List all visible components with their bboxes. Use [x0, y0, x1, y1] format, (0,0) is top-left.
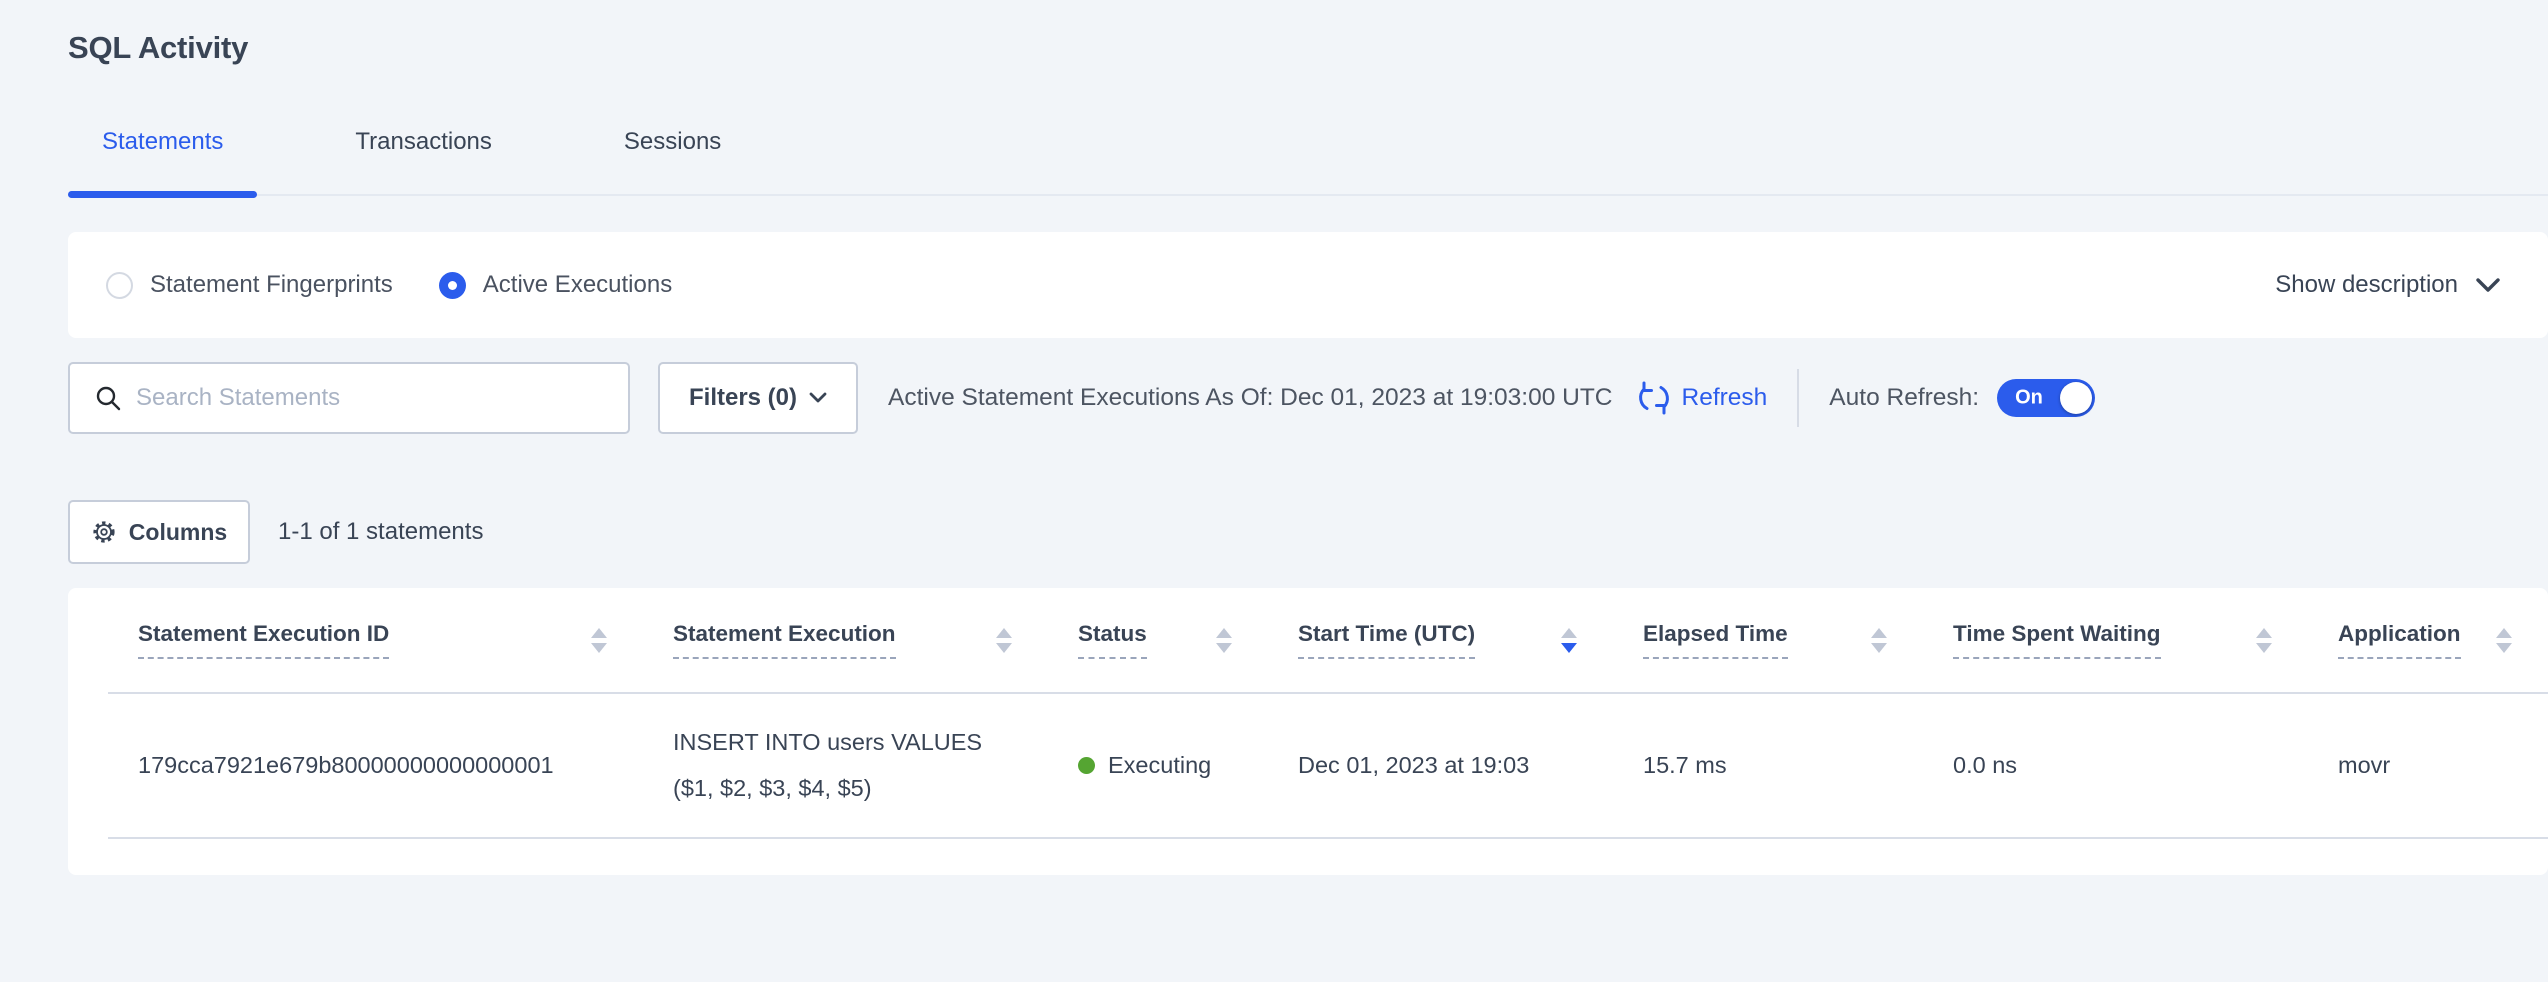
header-statement-execution-id[interactable]: Statement Execution ID — [108, 621, 643, 659]
cell-statement[interactable]: INSERT INTO users VALUES ($1, $2, $3, $4… — [643, 720, 1048, 812]
sort-icon[interactable] — [1871, 628, 1887, 653]
toggle-knob[interactable] — [2060, 382, 2092, 414]
table-header-row: Statement Execution ID Statement Executi… — [108, 588, 2548, 694]
table-meta-row: Columns 1-1 of 1 statements — [68, 500, 2548, 564]
search-icon — [94, 384, 122, 412]
sort-icon[interactable] — [2256, 628, 2272, 653]
filters-button[interactable]: Filters (0) — [658, 362, 858, 434]
sort-icon-active-desc[interactable] — [1561, 628, 1577, 653]
radio-selected-icon[interactable] — [439, 272, 466, 299]
header-statement-execution[interactable]: Statement Execution — [643, 621, 1048, 659]
search-input[interactable] — [136, 384, 576, 412]
header-start-time[interactable]: Start Time (UTC) — [1268, 621, 1613, 659]
tab-statements[interactable]: Statements — [68, 128, 257, 194]
vertical-divider — [1797, 369, 1799, 427]
cell-start-time: Dec 01, 2023 at 19:03 — [1268, 752, 1613, 779]
refresh-button[interactable]: Refresh — [1637, 381, 1768, 415]
cell-elapsed-time: 15.7 ms — [1613, 752, 1923, 779]
chevron-down-icon — [809, 392, 827, 404]
search-box[interactable] — [68, 362, 630, 434]
sql-activity-page: SQL Activity Statements Transactions Ses… — [68, 0, 2548, 875]
cell-execution-id[interactable]: 179cca7921e679b80000000000000001 — [108, 752, 643, 779]
view-mode-card: Statement Fingerprints Active Executions… — [68, 232, 2548, 338]
radio-unselected-icon[interactable] — [106, 272, 133, 299]
cell-status: Executing — [1048, 752, 1268, 779]
tab-sessions[interactable]: Sessions — [590, 128, 755, 194]
columns-button[interactable]: Columns — [68, 500, 250, 564]
cell-time-spent-waiting: 0.0 ns — [1923, 752, 2308, 779]
refresh-icon — [1637, 381, 1671, 415]
radio-label: Statement Fingerprints — [150, 271, 393, 299]
tab-transactions[interactable]: Transactions — [321, 128, 526, 194]
sort-icon[interactable] — [1216, 628, 1232, 653]
auto-refresh-toggle[interactable]: On — [1997, 379, 2095, 417]
as-of-timestamp: Active Statement Executions As Of: Dec 0… — [888, 384, 1613, 412]
header-status[interactable]: Status — [1048, 621, 1268, 659]
radio-label: Active Executions — [483, 271, 672, 299]
header-elapsed-time[interactable]: Elapsed Time — [1613, 621, 1923, 659]
cell-application: movr — [2308, 752, 2548, 779]
status-dot-icon — [1078, 757, 1095, 774]
header-application[interactable]: Application — [2308, 621, 2548, 659]
statements-table: Statement Execution ID Statement Executi… — [68, 588, 2548, 875]
radio-active-executions[interactable]: Active Executions — [439, 271, 672, 299]
sort-icon[interactable] — [591, 628, 607, 653]
tab-bar: Statements Transactions Sessions — [68, 128, 2548, 196]
sort-icon[interactable] — [996, 628, 1012, 653]
radio-statement-fingerprints[interactable]: Statement Fingerprints — [106, 271, 393, 299]
table-row[interactable]: 179cca7921e679b80000000000000001 INSERT … — [108, 694, 2548, 839]
toggle-state-label: On — [2015, 387, 2043, 410]
controls-row: Filters (0) Active Statement Executions … — [68, 362, 2548, 434]
auto-refresh-label: Auto Refresh: — [1829, 384, 1979, 412]
show-description-toggle[interactable]: Show description — [2275, 271, 2500, 299]
page-title: SQL Activity — [68, 0, 2548, 66]
header-time-spent-waiting[interactable]: Time Spent Waiting — [1923, 621, 2308, 659]
gear-icon — [91, 519, 117, 545]
sort-icon[interactable] — [2496, 628, 2512, 653]
chevron-down-icon — [2476, 278, 2500, 293]
statement-count: 1-1 of 1 statements — [278, 518, 483, 546]
active-tab-underline — [68, 191, 257, 198]
